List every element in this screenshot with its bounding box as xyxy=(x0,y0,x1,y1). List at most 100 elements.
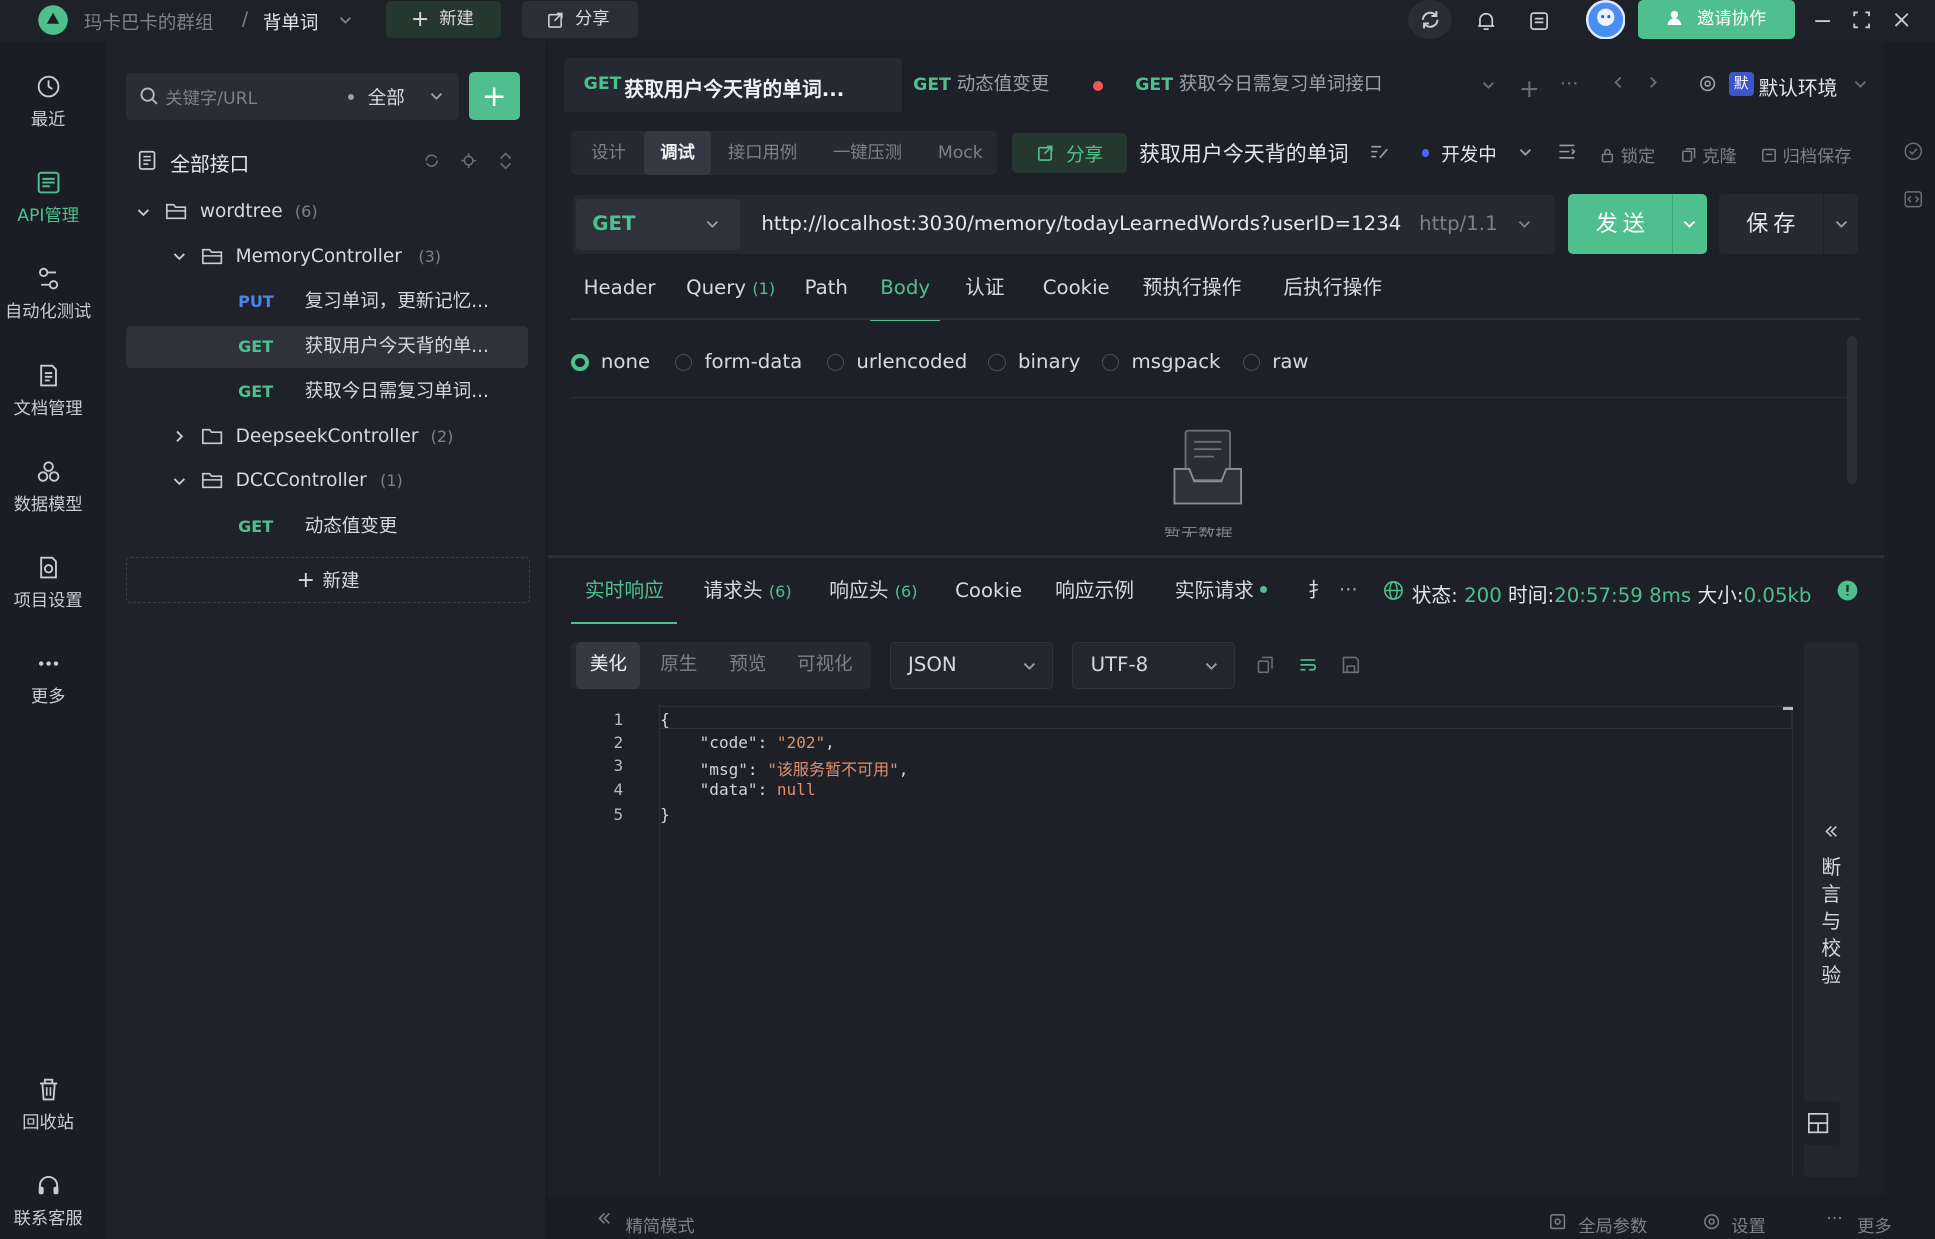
assertion-panel-toggle[interactable]: 断言与校验 xyxy=(1804,641,1859,1178)
chevron-down-icon[interactable] xyxy=(338,14,353,26)
locate-icon[interactable] xyxy=(460,152,477,169)
notes-icon[interactable] xyxy=(1528,10,1550,32)
method-select[interactable]: GET xyxy=(576,198,741,251)
chevron-right-icon[interactable] xyxy=(1647,75,1659,90)
api-status-select[interactable]: 开发中 xyxy=(1441,141,1497,167)
chevron-down-icon[interactable] xyxy=(1834,218,1849,230)
tab-mock[interactable]: Mock xyxy=(938,131,983,175)
tab-more-icon[interactable]: ··· xyxy=(1560,72,1579,95)
save-button[interactable]: 保存 xyxy=(1718,193,1859,255)
tab-debug[interactable]: 调试 xyxy=(644,130,711,176)
align-icon[interactable] xyxy=(1557,143,1577,160)
chevron-down-icon[interactable] xyxy=(429,90,444,102)
tree-api-dynamic-value[interactable]: GET 动态值变更 xyxy=(126,506,528,548)
rail-item-data-model[interactable]: 数据模型 xyxy=(0,458,96,515)
search-box[interactable]: 关键字/URL 全部 xyxy=(125,72,460,120)
radio-none[interactable]: none xyxy=(571,350,650,375)
radio-form-data[interactable]: form-data xyxy=(674,350,802,375)
send-button[interactable]: 发送 xyxy=(1568,193,1707,255)
radio-urlencoded[interactable]: urlencoded xyxy=(826,350,967,375)
new-item-button[interactable]: + 新建 xyxy=(125,556,531,603)
tabs-more-icon[interactable]: ··· xyxy=(1339,578,1358,601)
tab-test-cases[interactable]: 接口用例 xyxy=(728,131,797,175)
chevron-down-icon[interactable] xyxy=(1682,218,1697,230)
tree-api-review-words[interactable]: PUT 复习单词，更新记忆... xyxy=(126,281,528,323)
tree-folder-wordtree[interactable]: wordtree (6) xyxy=(126,191,528,233)
edit-icon[interactable] xyxy=(1370,143,1390,160)
tab-actual-request[interactable]: 实际请求 xyxy=(1175,575,1268,624)
format-select[interactable]: JSON xyxy=(889,641,1053,689)
tab-post-script[interactable]: 后执行操作 xyxy=(1283,269,1382,321)
minimize-icon[interactable] xyxy=(1814,10,1831,30)
scrollbar[interactable] xyxy=(1847,335,1858,484)
api-name-input[interactable]: 获取用户今天背的单词 xyxy=(1139,138,1356,168)
all-apis-label[interactable]: 全部接口 xyxy=(170,148,249,177)
tab-dynamic-value[interactable]: GET 动态值变更 xyxy=(913,58,1123,112)
tab-overflow[interactable]: 扌 xyxy=(1308,575,1328,624)
tab-body[interactable]: Body xyxy=(869,269,941,321)
rail-item-api[interactable]: API管理 xyxy=(0,169,96,226)
sync-button[interactable] xyxy=(1407,0,1453,40)
lock-button[interactable]: 锁定 xyxy=(1600,142,1655,167)
settings-button[interactable]: 设置 xyxy=(1731,1212,1766,1237)
protocol-select[interactable]: http/1.1 xyxy=(1419,212,1498,235)
radio-msgpack[interactable]: msgpack xyxy=(1101,350,1220,375)
environment-select[interactable]: 默 默认环境 xyxy=(1684,63,1881,107)
tree-api-today-learned[interactable]: GET 获取用户今天背的单... xyxy=(125,325,529,368)
global-params-button[interactable]: 全局参数 xyxy=(1578,1212,1647,1237)
copy-icon[interactable] xyxy=(1256,655,1276,675)
tab-auth[interactable]: 认证 xyxy=(965,269,1004,321)
tab-response-cookie[interactable]: Cookie xyxy=(955,575,1022,624)
rail-item-recent[interactable]: 最近 xyxy=(0,73,96,130)
code-icon[interactable] xyxy=(1904,190,1923,209)
close-icon[interactable] xyxy=(1893,10,1910,30)
rail-item-support[interactable]: 联系客服 xyxy=(0,1172,96,1229)
view-preview[interactable]: 预览 xyxy=(729,642,766,689)
view-pretty[interactable]: 美化 xyxy=(576,641,641,689)
tab-response-headers[interactable]: 响应头 (6) xyxy=(829,575,917,624)
view-visualize[interactable]: 可视化 xyxy=(797,642,853,689)
rail-item-project-settings[interactable]: 项目设置 xyxy=(0,554,96,611)
tab-response-example[interactable]: 响应示例 xyxy=(1055,575,1134,624)
encoding-select[interactable]: UTF-8 xyxy=(1072,641,1236,689)
project-name[interactable]: 背单词 xyxy=(263,9,319,35)
invite-button[interactable]: 邀请协作 xyxy=(1637,0,1796,40)
more-button[interactable]: 更多 xyxy=(1857,1212,1892,1237)
rail-item-more[interactable]: 更多 xyxy=(0,650,96,707)
radio-raw[interactable]: raw xyxy=(1242,350,1309,375)
new-button[interactable]: + 新建 xyxy=(386,1,501,39)
refresh-icon[interactable] xyxy=(423,152,440,169)
avatar[interactable] xyxy=(1585,0,1626,40)
clone-button[interactable]: 克隆 xyxy=(1681,142,1737,167)
tab-today-learned[interactable]: GET 获取用户今天背的单词... xyxy=(563,57,903,113)
maximize-icon[interactable] xyxy=(1853,10,1871,30)
tree-folder-deepseekcontroller[interactable]: DeepseekController (2) xyxy=(126,416,528,458)
share-api-button[interactable]: 分享 xyxy=(1011,133,1127,173)
tab-cookie[interactable]: Cookie xyxy=(1043,269,1110,321)
search-input[interactable]: 关键字/URL xyxy=(165,84,257,109)
tab-query[interactable]: Query (1) xyxy=(686,269,775,321)
view-raw[interactable]: 原生 xyxy=(660,642,697,689)
radio-binary[interactable]: binary xyxy=(988,350,1080,375)
url-input[interactable]: http://localhost:3030/memory/todayLearne… xyxy=(761,212,1401,235)
compact-mode-button[interactable]: 精简模式 xyxy=(626,1212,695,1237)
layout-toggle[interactable] xyxy=(1795,1100,1840,1146)
check-circle-icon[interactable] xyxy=(1904,142,1923,161)
share-button[interactable]: 分享 xyxy=(521,1,638,39)
bell-icon[interactable] xyxy=(1475,10,1497,32)
tab-realtime-response[interactable]: 实时响应 xyxy=(571,575,678,625)
split-divider[interactable] xyxy=(547,555,1885,558)
tab-stress-test[interactable]: 一键压测 xyxy=(833,131,902,175)
rail-item-docs[interactable]: 文档管理 xyxy=(0,362,96,419)
add-tab-icon[interactable]: + xyxy=(1519,74,1540,103)
chevron-left-icon[interactable] xyxy=(1612,75,1624,90)
chevron-down-icon[interactable] xyxy=(1518,146,1533,158)
add-api-button[interactable]: + xyxy=(468,71,520,120)
chevron-down-icon[interactable] xyxy=(1481,79,1496,91)
filter-select[interactable]: 全部 xyxy=(368,84,405,110)
tree-folder-dcccontroller[interactable]: DCCController (1) xyxy=(126,460,528,502)
archive-button[interactable]: 归档保存 xyxy=(1761,142,1852,167)
chevron-down-icon[interactable] xyxy=(1517,218,1532,230)
save-file-icon[interactable] xyxy=(1341,655,1361,675)
tab-pre-script[interactable]: 预执行操作 xyxy=(1143,269,1242,321)
